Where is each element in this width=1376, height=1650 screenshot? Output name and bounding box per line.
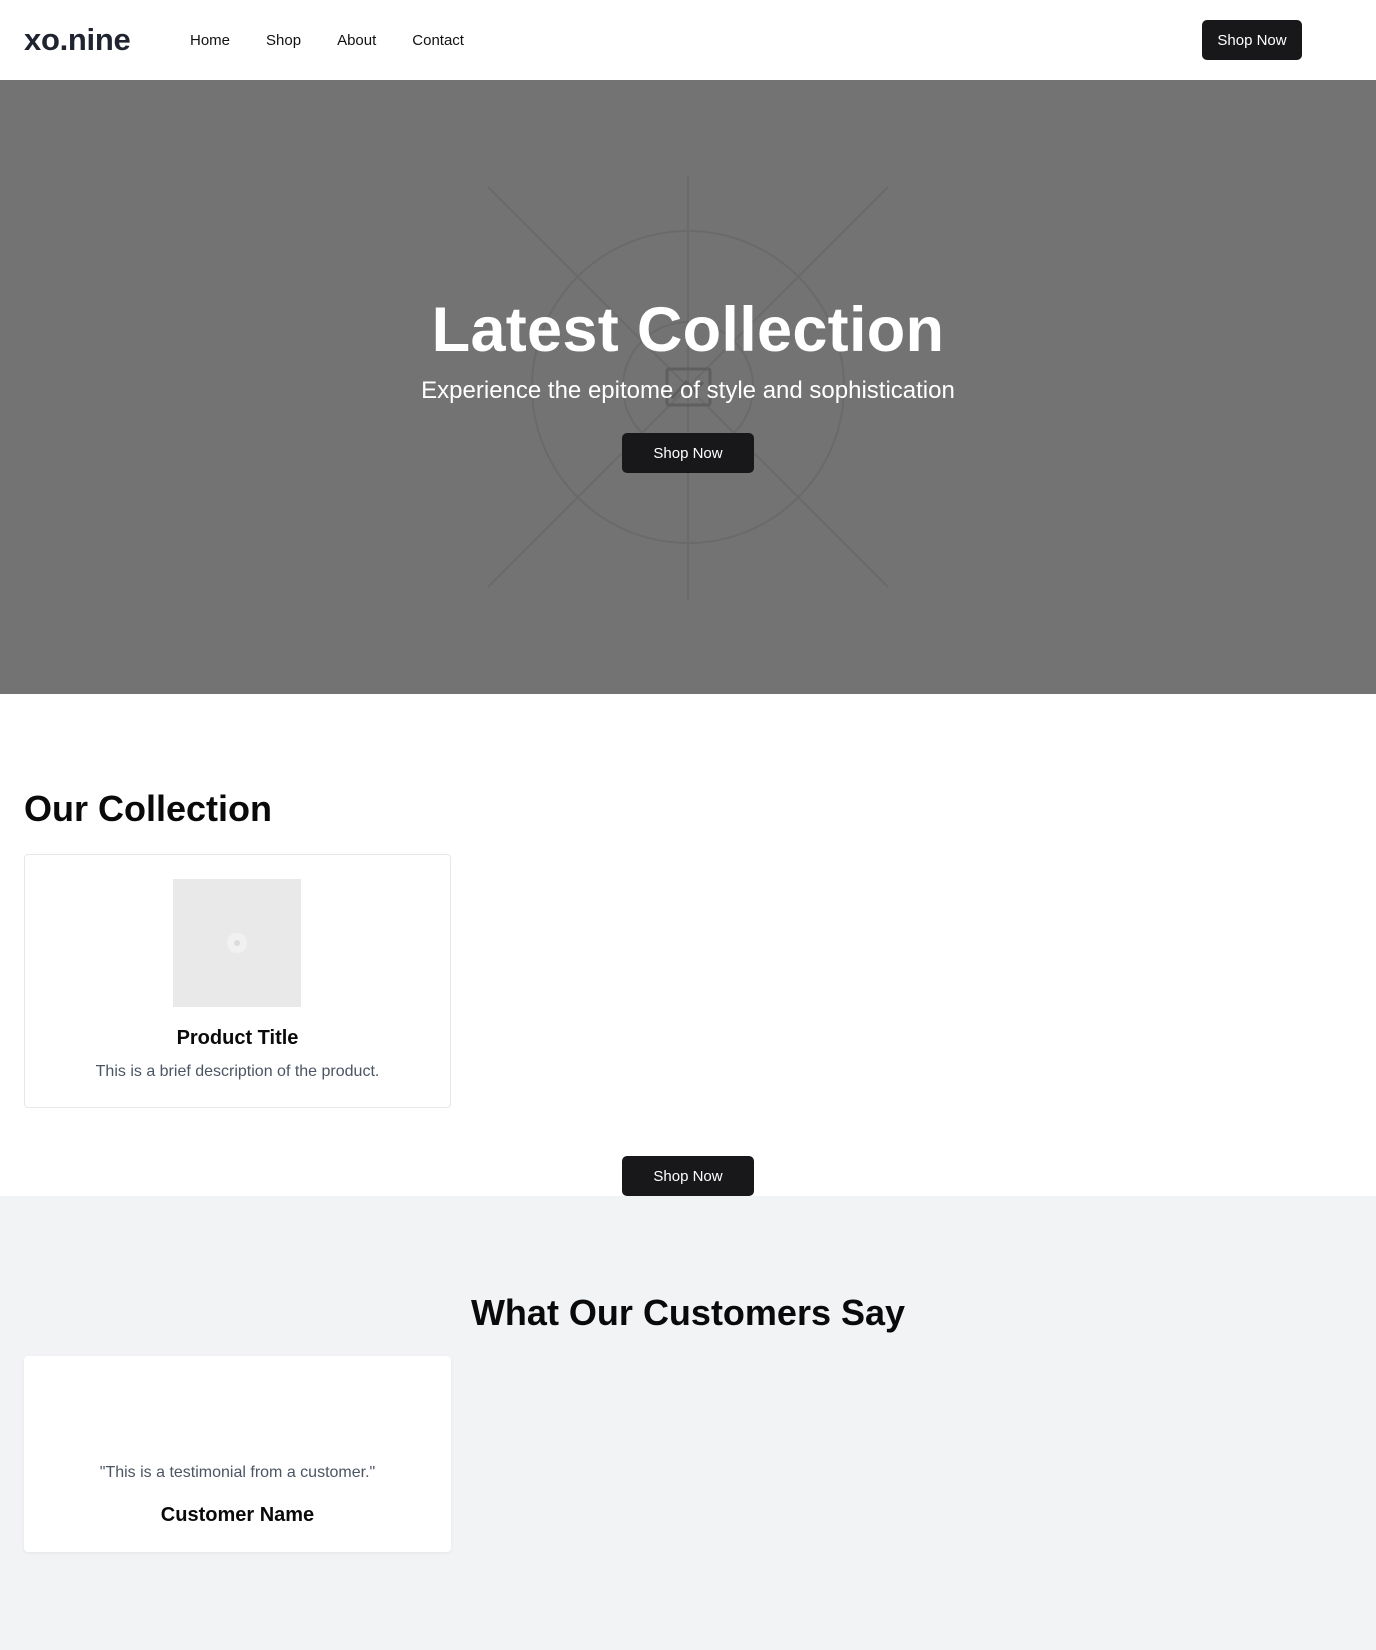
testimonial-customer-name: Customer Name bbox=[160, 1504, 315, 1526]
nav-link-home[interactable]: Home bbox=[190, 32, 230, 49]
collection-title: Our Collection bbox=[24, 788, 273, 829]
hero-title: Latest Collection bbox=[431, 295, 945, 365]
hero-subtitle: Experience the epitome of style and soph… bbox=[421, 377, 955, 404]
product-title: Product Title bbox=[176, 1027, 299, 1049]
collection-shop-now-button[interactable]: Shop Now bbox=[622, 1156, 754, 1196]
product-card[interactable]: Product Title This is a brief descriptio… bbox=[24, 854, 451, 1108]
site-header: xo.nine Home Shop About Contact Shop Now bbox=[0, 0, 1376, 80]
header-shop-now-button[interactable]: Shop Now bbox=[1202, 20, 1302, 60]
testimonial-card: "This is a testimonial from a customer."… bbox=[24, 1356, 451, 1552]
testimonials-section: What Our Customers Say "This is a testim… bbox=[0, 1196, 1376, 1650]
main-nav: Home Shop About Contact bbox=[190, 0, 500, 80]
nav-link-contact[interactable]: Contact bbox=[412, 32, 464, 49]
site-logo[interactable]: xo.nine bbox=[24, 20, 131, 60]
hero-section: Latest Collection Experience the epitome… bbox=[0, 80, 1376, 694]
product-description: This is a brief description of the produ… bbox=[95, 1063, 380, 1080]
hero-shop-now-button[interactable]: Shop Now bbox=[622, 433, 754, 473]
nav-link-about[interactable]: About bbox=[337, 32, 376, 49]
nav-link-shop[interactable]: Shop bbox=[266, 32, 301, 49]
testimonials-title: What Our Customers Say bbox=[470, 1292, 906, 1333]
image-icon bbox=[227, 933, 247, 953]
testimonial-quote: "This is a testimonial from a customer." bbox=[99, 1464, 376, 1481]
product-image-placeholder bbox=[173, 879, 301, 1007]
